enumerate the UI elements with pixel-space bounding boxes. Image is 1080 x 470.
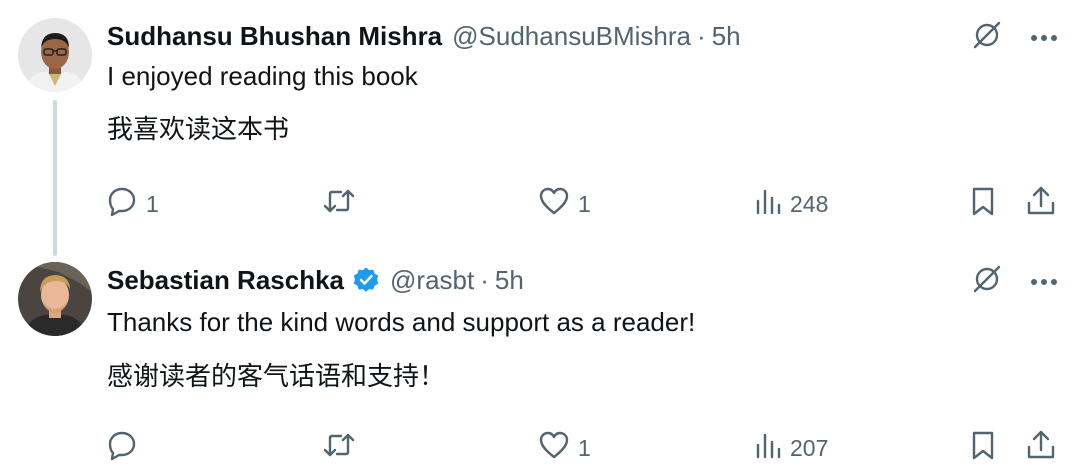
views-button[interactable]: 207: [754, 428, 828, 468]
more-icon[interactable]: [1030, 273, 1058, 291]
grok-icon[interactable]: [972, 264, 1002, 299]
bookmark-icon: [970, 429, 996, 467]
bookmark-button[interactable]: [970, 428, 996, 468]
like-icon: [538, 430, 570, 466]
author-handle[interactable]: @SudhansuBMishra: [452, 21, 691, 52]
action-bar: 1 1 248: [0, 184, 1080, 224]
like-button[interactable]: 1: [538, 184, 591, 224]
repost-button[interactable]: [322, 184, 364, 224]
like-count: 1: [578, 190, 591, 217]
tweet-text-line: I enjoyed reading this book: [107, 61, 418, 91]
separator-dot: ·: [697, 20, 706, 51]
tweet-text-line: 我喜欢读这本书: [107, 114, 290, 144]
reply-count: 1: [146, 190, 159, 217]
views-button[interactable]: 248: [754, 184, 828, 224]
avatar[interactable]: [18, 262, 92, 336]
tweet-top-actions: [972, 264, 1058, 299]
tweet-header: Sudhansu Bhushan Mishra @SudhansuBMishra…: [107, 18, 741, 54]
author-name[interactable]: Sudhansu Bhushan Mishra: [107, 21, 442, 52]
like-icon: [538, 186, 570, 222]
tweet-text-line: Thanks for the kind words and support as…: [107, 307, 696, 337]
repost-icon: [322, 429, 356, 467]
avatar[interactable]: [18, 18, 92, 92]
verified-badge-icon[interactable]: [352, 266, 380, 294]
bookmark-icon: [970, 185, 996, 223]
grok-icon[interactable]: [972, 20, 1002, 55]
reply-button[interactable]: [106, 428, 146, 468]
tweet-sudhansu[interactable]: Sudhansu Bhushan Mishra @SudhansuBMishra…: [0, 0, 1080, 256]
like-button[interactable]: 1: [538, 428, 591, 468]
timestamp[interactable]: 5h: [712, 21, 741, 52]
views-icon: [754, 187, 782, 221]
like-count: 1: [578, 434, 591, 461]
author-name[interactable]: Sebastian Raschka: [107, 265, 344, 296]
views-icon: [754, 431, 782, 465]
author-handle[interactable]: @rasbt: [390, 265, 474, 296]
separator-dot: ·: [480, 264, 489, 295]
share-icon: [1026, 429, 1056, 467]
action-bar: 1 207: [0, 428, 1080, 468]
reply-button[interactable]: 1: [106, 184, 159, 224]
thread-connector: [53, 100, 57, 256]
share-button[interactable]: [1026, 184, 1056, 224]
tweet-text-line: 感谢读者的客气话语和支持！: [107, 361, 446, 391]
repost-button[interactable]: [322, 428, 364, 468]
tweet-top-actions: [972, 20, 1058, 55]
more-icon[interactable]: [1030, 29, 1058, 47]
views-count: 248: [790, 190, 829, 217]
repost-icon: [322, 185, 356, 223]
share-button[interactable]: [1026, 428, 1056, 468]
views-count: 207: [790, 434, 829, 461]
tweet-header: Sebastian Raschka @rasbt · 5h: [107, 262, 524, 298]
bookmark-button[interactable]: [970, 184, 996, 224]
timestamp[interactable]: 5h: [495, 265, 524, 296]
reply-icon: [106, 429, 138, 467]
share-icon: [1026, 185, 1056, 223]
reply-icon: [106, 185, 138, 223]
tweet-sebastian[interactable]: Sebastian Raschka @rasbt · 5h Thanks for: [0, 250, 1080, 470]
